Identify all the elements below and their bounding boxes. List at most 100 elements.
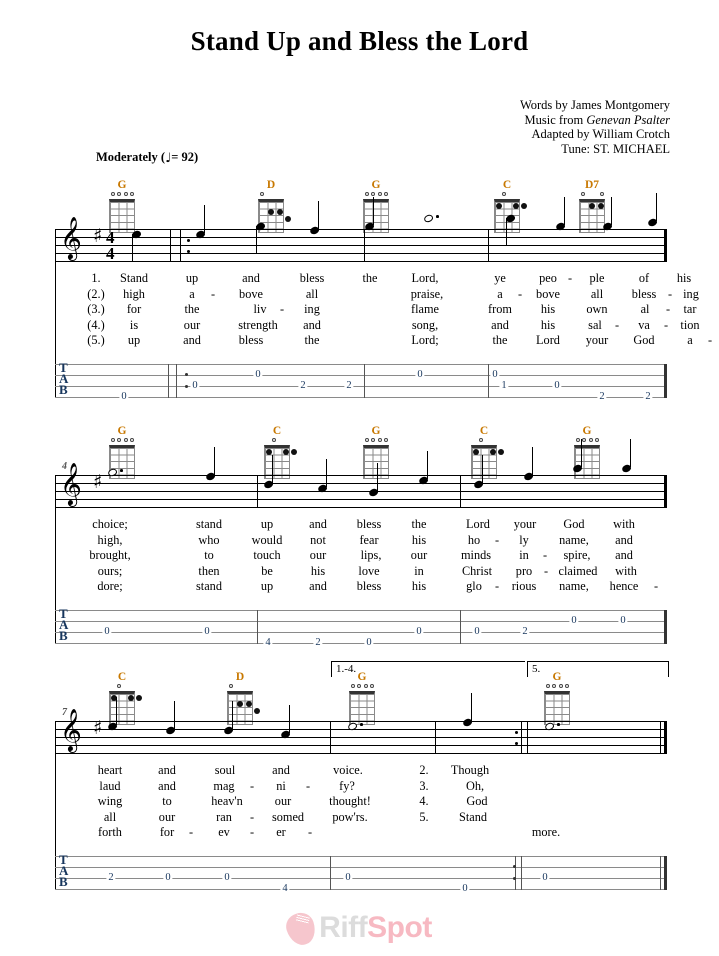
tab-staff (55, 364, 667, 398)
note-stem (272, 454, 274, 483)
logo-text-riff: Riff (319, 911, 368, 944)
repeat-end-dots (515, 731, 518, 753)
tab-fret-number: 0 (163, 872, 173, 883)
chord-diagram-g[interactable]: G (540, 671, 574, 725)
open-string-circle (594, 438, 599, 442)
lyric-word: in (414, 563, 424, 578)
lyric-word: and (183, 333, 201, 348)
lyric-word: our (183, 317, 201, 332)
verse-number: (4.) (87, 317, 105, 332)
lyric-word: God (466, 794, 488, 809)
lyric-word: bless (299, 271, 325, 285)
lyric-word: tion (680, 317, 700, 332)
lyric-word: minds (460, 548, 492, 563)
finger-dot (127, 694, 134, 701)
lyric-word: and (158, 778, 176, 793)
system-end-barline (664, 721, 667, 754)
lyric-word: the (362, 271, 378, 285)
lyric-hyphen: - (249, 825, 255, 840)
lyric-line: (4.) is our strength and song, and his sal - va - ti… (0, 318, 719, 334)
chord-name: C (272, 425, 282, 437)
lyric-word: stand (196, 579, 222, 594)
lyric-line: laud and mag - ni - fy? 3. Oh, (0, 779, 719, 795)
logo-text-spot: Spot (367, 911, 432, 944)
lyric-word: ni (276, 778, 286, 793)
open-string-markers (579, 192, 605, 198)
chord-name: C (502, 179, 512, 191)
chord-name: D (266, 179, 276, 191)
lyric-word: voice. (333, 763, 363, 777)
lyric-word: with (613, 517, 635, 531)
open-string-circle (369, 684, 374, 688)
lyric-word: to (162, 794, 172, 809)
lyric-word: fy? (339, 778, 355, 793)
finger-dot (266, 448, 273, 455)
lyrics-block: choice; stand up and bless the Lord your God with… (0, 517, 719, 595)
verse-number: (5.) (87, 333, 105, 348)
chord-diagram-g[interactable]: G (105, 179, 139, 233)
lyric-word: bove (536, 286, 560, 301)
note-stem (427, 450, 429, 479)
lyric-hyphen: - (249, 809, 255, 824)
chord-diagram-c[interactable]: C (260, 425, 297, 479)
chord-diagram-c[interactable]: C (467, 425, 504, 479)
notation-staff (55, 475, 667, 508)
lyric-word: his (540, 302, 556, 317)
lyric-word: with (615, 563, 637, 578)
lyric-word: the (304, 333, 320, 348)
chord-diagram-g[interactable]: G (345, 671, 379, 725)
lyric-word: ing (683, 286, 699, 301)
lyric-word: Oh, (465, 778, 485, 793)
lyric-hyphen: - (614, 317, 620, 332)
lyric-hyphen: - (667, 286, 673, 301)
lyric-word: God (633, 333, 655, 348)
barline (330, 721, 331, 754)
lyric-word: our (309, 548, 327, 563)
finger-dot (473, 448, 480, 455)
tab-barline (330, 856, 331, 890)
chord-diagram-d[interactable]: D (223, 671, 260, 725)
note-stem (506, 217, 508, 246)
lyric-word: pro (515, 563, 533, 578)
tab-barline (168, 364, 169, 398)
chord-name: G (371, 179, 381, 191)
lyric-word: and (242, 271, 260, 285)
credits-block: Words by James Montgomery Music from Gen… (520, 98, 670, 156)
lyric-word: up (127, 333, 141, 348)
lyric-hyphen: - (307, 825, 313, 840)
note-stem (232, 700, 234, 729)
verse-number: 1. (91, 271, 101, 285)
augmentation-dot (120, 469, 123, 472)
tab-fret-number: 2 (344, 380, 354, 391)
lyric-word: Though (450, 763, 490, 777)
tab-end-barline (664, 364, 667, 398)
tab-barline (521, 856, 522, 890)
lyric-word: his (540, 317, 556, 332)
tempo-marking: Moderately (♩= 92) (96, 150, 198, 166)
chord-diagram-g[interactable]: G (359, 425, 393, 479)
tab-clef-letters: TAB (59, 853, 68, 888)
time-signature-bottom: 4 (106, 244, 115, 263)
lyric-word: lips, (360, 548, 382, 563)
tab-fret-number: 0 (618, 615, 628, 626)
open-string-markers (363, 192, 389, 198)
lyric-line: (3.) for the liv - ing flame from his own al - tar (0, 302, 719, 318)
finger-dot (282, 448, 289, 455)
chord-diagram-c[interactable]: C (105, 671, 142, 725)
open-string-markers (544, 684, 570, 690)
note-stem (116, 696, 118, 725)
open-string-circle (117, 438, 122, 442)
open-string-circle (117, 684, 122, 688)
augmentation-dot (360, 723, 363, 726)
open-string-markers (258, 192, 284, 198)
finger-dot (512, 202, 519, 209)
lyric-line: 1. Stand up and bless the Lord, ye peo - ple of his (0, 271, 719, 287)
fretboard-grid (264, 445, 297, 479)
chord-name: G (117, 425, 127, 437)
lyric-word: our (410, 548, 428, 563)
fretboard-grid (363, 445, 389, 479)
lyric-line: heart and soul and voice. 2. Though (0, 763, 719, 779)
note-stem (471, 692, 473, 721)
lyric-line: choice; stand up and bless the Lord your God with (0, 517, 719, 533)
lyric-word: from (488, 302, 512, 317)
